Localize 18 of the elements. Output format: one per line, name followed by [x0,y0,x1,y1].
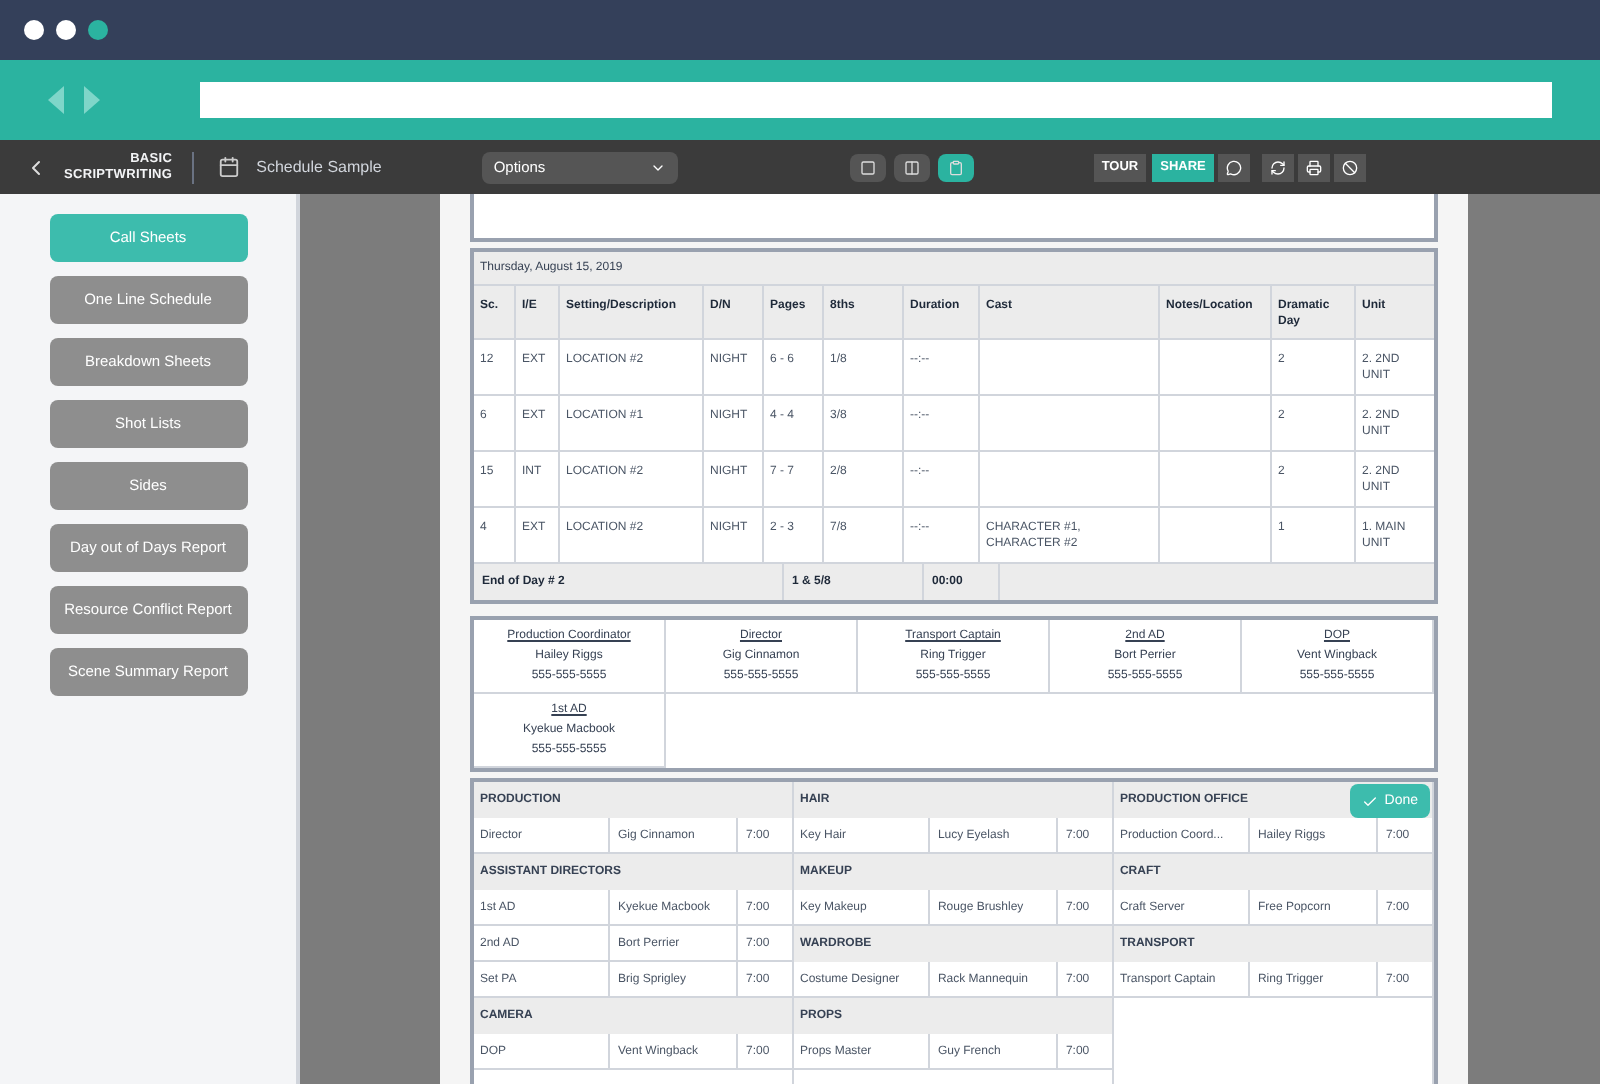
prohibited-icon [1341,159,1358,175]
refresh-icon [1269,159,1286,175]
block-button[interactable] [1333,153,1366,181]
document-title: Schedule Sample [256,155,382,179]
clipboard-icon [947,159,964,175]
split-page-icon [903,159,920,175]
print-button[interactable] [1297,153,1330,181]
printer-icon [1305,159,1322,175]
check-icon [1362,793,1379,809]
comment-button[interactable] [1217,153,1250,181]
view-toggle-button[interactable] [893,153,930,181]
view-toggle-button[interactable] [849,153,886,181]
address-field[interactable] [199,82,1553,118]
refresh-button[interactable] [1261,153,1294,181]
view-toggle-button[interactable] [937,153,974,181]
calendar-icon [218,156,241,178]
speech-bubble-icon [1225,159,1242,175]
single-page-icon [859,159,876,175]
